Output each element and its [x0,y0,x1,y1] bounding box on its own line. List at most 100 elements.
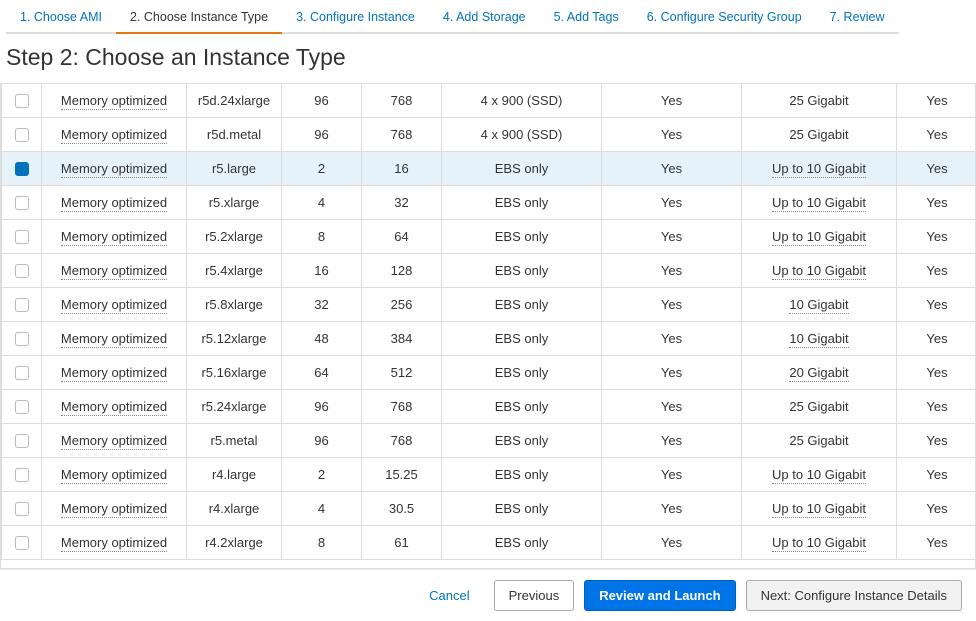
row-checkbox[interactable] [15,536,29,550]
next-button[interactable]: Next: Configure Instance Details [746,580,962,611]
ipv6-cell: Yes [897,322,976,356]
type-cell: r5.16xlarge [187,356,282,390]
type-cell: r5.2xlarge [187,220,282,254]
memory-cell: 61 [362,526,442,560]
vcpus-cell: 48 [282,322,362,356]
type-cell: r5.12xlarge [187,322,282,356]
row-checkbox[interactable] [15,162,29,176]
family-cell: Memory optimized [61,161,167,178]
type-cell: r5.4xlarge [187,254,282,288]
table-row[interactable]: Memory optimizedr5d.metal967684 x 900 (S… [2,118,976,152]
family-cell: Memory optimized [61,467,167,484]
previous-button[interactable]: Previous [494,580,575,611]
ebs-cell: Yes [602,322,742,356]
instance-table-wrap: Memory optimizedr5d.24xlarge967684 x 900… [0,83,976,569]
storage-cell: EBS only [442,526,602,560]
memory-cell: 256 [362,288,442,322]
memory-cell: 768 [362,424,442,458]
row-checkbox[interactable] [15,468,29,482]
storage-cell: EBS only [442,458,602,492]
row-checkbox[interactable] [15,128,29,142]
footer-bar: Cancel Previous Review and Launch Next: … [0,569,976,621]
ipv6-cell: Yes [897,424,976,458]
type-cell: r5.8xlarge [187,288,282,322]
ebs-cell: Yes [602,152,742,186]
storage-cell: EBS only [442,322,602,356]
memory-cell: 384 [362,322,442,356]
row-checkbox[interactable] [15,230,29,244]
ebs-cell: Yes [602,390,742,424]
row-checkbox[interactable] [15,434,29,448]
network-cell: Up to 10 Gigabit [772,535,866,552]
ebs-cell: Yes [602,254,742,288]
vcpus-cell: 8 [282,220,362,254]
row-checkbox[interactable] [15,332,29,346]
table-row[interactable]: Memory optimizedr4.xlarge430.5EBS onlyYe… [2,492,976,526]
row-checkbox[interactable] [15,366,29,380]
vcpus-cell: 96 [282,84,362,118]
table-row[interactable]: Memory optimizedr4.large215.25EBS onlyYe… [2,458,976,492]
ipv6-cell: Yes [897,288,976,322]
cancel-button[interactable]: Cancel [415,581,483,610]
ebs-cell: Yes [602,424,742,458]
memory-cell: 32 [362,186,442,220]
network-cell: Up to 10 Gigabit [772,161,866,178]
family-cell: Memory optimized [61,535,167,552]
ebs-cell: Yes [602,458,742,492]
table-row[interactable]: Memory optimizedr4.2xlarge861EBS onlyYes… [2,526,976,560]
row-checkbox[interactable] [15,400,29,414]
row-checkbox[interactable] [15,502,29,516]
ipv6-cell: Yes [897,526,976,560]
memory-cell: 64 [362,220,442,254]
memory-cell: 15.25 [362,458,442,492]
table-row[interactable]: Memory optimizedr5.large216EBS onlyYesUp… [2,152,976,186]
ebs-cell: Yes [602,526,742,560]
network-cell: 20 Gigabit [789,365,848,382]
ebs-cell: Yes [602,492,742,526]
ebs-cell: Yes [602,118,742,152]
row-checkbox[interactable] [15,264,29,278]
table-row[interactable]: Memory optimizedr5.8xlarge32256EBS onlyY… [2,288,976,322]
type-cell: r5d.24xlarge [187,84,282,118]
network-cell: 25 Gigabit [789,433,848,448]
ipv6-cell: Yes [897,118,976,152]
row-checkbox[interactable] [15,196,29,210]
wizard-step-5[interactable]: 5. Add Tags [540,4,633,34]
wizard-step-7[interactable]: 7. Review [816,4,899,34]
table-row[interactable]: Memory optimizedr5.12xlarge48384EBS only… [2,322,976,356]
memory-cell: 768 [362,118,442,152]
vcpus-cell: 32 [282,288,362,322]
wizard-step-2[interactable]: 2. Choose Instance Type [116,4,282,34]
storage-cell: EBS only [442,356,602,390]
table-row[interactable]: Memory optimizedr5.xlarge432EBS onlyYesU… [2,186,976,220]
row-checkbox[interactable] [15,94,29,108]
review-and-launch-button[interactable]: Review and Launch [584,580,735,611]
memory-cell: 768 [362,84,442,118]
wizard-step-1[interactable]: 1. Choose AMI [6,4,116,34]
storage-cell: EBS only [442,492,602,526]
table-row[interactable]: Memory optimizedr5.metal96768EBS onlyYes… [2,424,976,458]
ebs-cell: Yes [602,220,742,254]
family-cell: Memory optimized [61,501,167,518]
vcpus-cell: 96 [282,424,362,458]
storage-cell: EBS only [442,288,602,322]
table-row[interactable]: Memory optimizedr5.24xlarge96768EBS only… [2,390,976,424]
network-cell: Up to 10 Gigabit [772,229,866,246]
network-cell: Up to 10 Gigabit [772,195,866,212]
vcpus-cell: 4 [282,492,362,526]
wizard-step-3[interactable]: 3. Configure Instance [282,4,429,34]
table-row[interactable]: Memory optimizedr5.4xlarge16128EBS onlyY… [2,254,976,288]
type-cell: r4.2xlarge [187,526,282,560]
network-cell: 10 Gigabit [789,297,848,314]
table-row[interactable]: Memory optimizedr5.16xlarge64512EBS only… [2,356,976,390]
storage-cell: EBS only [442,424,602,458]
family-cell: Memory optimized [61,399,167,416]
type-cell: r5d.metal [187,118,282,152]
row-checkbox[interactable] [15,298,29,312]
vcpus-cell: 2 [282,458,362,492]
storage-cell: EBS only [442,220,602,254]
table-row[interactable]: Memory optimizedr5d.24xlarge967684 x 900… [2,84,976,118]
wizard-step-6[interactable]: 6. Configure Security Group [633,4,816,34]
table-row[interactable]: Memory optimizedr5.2xlarge864EBS onlyYes… [2,220,976,254]
wizard-step-4[interactable]: 4. Add Storage [429,4,540,34]
